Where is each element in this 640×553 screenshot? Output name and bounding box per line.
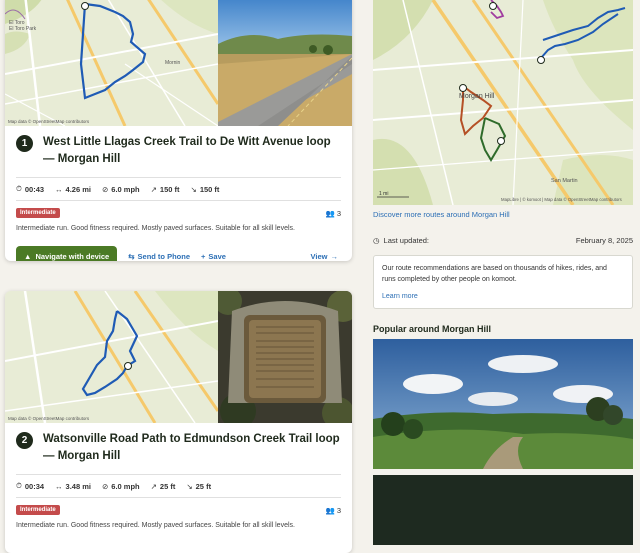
route-stats: ⏱ 00:34 ↔ 3.48 mi ⊘ 6.0 mph ↗ 25 ft ↘ 25 ft [16, 474, 341, 498]
last-updated: ◷ Last updated: February 8, 2025 [373, 236, 633, 245]
svg-text:MapLibre | © komoot | Map data: MapLibre | © komoot | Map data © OpenStr… [501, 197, 622, 202]
distance: 3.48 mi [65, 481, 91, 491]
route-photo[interactable] [218, 291, 352, 423]
people-count: 3 [336, 208, 341, 218]
uphill: 25 ft [159, 481, 176, 491]
route-description: Intermediate run. Good fitness required.… [16, 522, 295, 529]
distance-icon: ↔ [55, 184, 63, 194]
svg-text:Mornin: Mornin [165, 60, 181, 66]
speed-icon: ⊘ [101, 184, 109, 194]
downhill-icon: ↘ [190, 184, 197, 194]
overview-map-graphic: Morgan Hill San Martin 1 mi MapLibre | ©… [373, 0, 633, 205]
phone-icon: ⇆ [128, 252, 135, 261]
route-photo[interactable] [218, 0, 352, 126]
people-icon: 👥 [325, 505, 335, 515]
route-description: Intermediate run. Good fitness required.… [16, 225, 295, 232]
arrow-right-icon: → [330, 252, 339, 261]
view-button[interactable]: View → [311, 252, 338, 261]
send-to-phone-button[interactable]: ⇆ Send to Phone [128, 252, 190, 261]
route-map-graphic: El Toro El Toro Park Mornin [5, 0, 218, 126]
map-attribution: Map data © OpenStreetMap contributors [8, 416, 90, 421]
route-title[interactable]: Watsonville Road Path to Edmundson Creek… [43, 431, 341, 465]
uphill-icon: ↗ [150, 481, 157, 491]
distance-icon: ↔ [55, 481, 63, 491]
route-list: El Toro El Toro Park Mornin Map data © O… [0, 0, 359, 553]
downhill-icon: ↘ [186, 481, 193, 491]
route-stats: ⏱ 00:43 ↔ 4.26 mi ⊘ 6.0 mph ↗ 150 ft ↘ 150 ft [16, 177, 341, 201]
overview-map[interactable]: Morgan Hill San Martin 1 mi MapLibre | ©… [373, 0, 633, 205]
duration: 00:43 [24, 184, 45, 194]
route-number: 2 [16, 432, 33, 449]
info-box: Our route recommendations are based on t… [373, 255, 633, 309]
clock-icon: ⏱ [16, 184, 22, 193]
speed: 6.0 mph [111, 481, 140, 491]
difficulty-badge: Intermediate [16, 505, 60, 515]
learn-more-link[interactable]: Learn more [382, 293, 418, 300]
plus-icon: + [201, 252, 206, 261]
downhill: 150 ft [199, 184, 220, 194]
difficulty-badge: Intermediate [16, 208, 60, 218]
navigation-arrow-icon: ▲ [24, 252, 32, 261]
people-icon: 👥 [325, 208, 335, 218]
route-card[interactable]: Map data © OpenStreetMap contributors 2 … [5, 291, 352, 553]
svg-text:Morgan Hill: Morgan Hill [459, 93, 495, 100]
clock-icon: ◷ [373, 236, 380, 245]
route-map-graphic [5, 291, 218, 423]
navigate-button[interactable]: ▲ Navigate with device [16, 246, 118, 261]
popular-heading: Popular around Morgan Hill [373, 324, 492, 334]
downhill: 25 ft [195, 481, 212, 491]
discover-more-link[interactable]: Discover more routes around Morgan Hill [373, 210, 510, 219]
uphill: 150 ft [159, 184, 180, 194]
route-card[interactable]: El Toro El Toro Park Mornin Map data © O… [5, 0, 352, 261]
trail-photo-graphic [218, 0, 352, 126]
popular-photo[interactable] [373, 339, 633, 469]
route-map[interactable]: Map data © OpenStreetMap contributors [5, 291, 218, 423]
distance: 4.26 mi [65, 184, 91, 194]
landscape-photo-graphic [373, 339, 633, 469]
svg-text:1 mi: 1 mi [379, 191, 388, 197]
map-attribution: Map data © OpenStreetMap contributors [8, 119, 90, 124]
last-updated-date: February 8, 2025 [575, 236, 633, 245]
info-text: Our route recommendations are based on t… [382, 265, 607, 283]
people-count: 3 [336, 505, 341, 515]
route-number: 1 [16, 135, 33, 152]
svg-text:San Martin: San Martin [551, 178, 578, 184]
clock-icon: ⏱ [16, 481, 22, 490]
speed-icon: ⊘ [101, 481, 109, 491]
duration: 00:34 [24, 481, 45, 491]
route-map[interactable]: El Toro El Toro Park Mornin Map data © O… [5, 0, 218, 126]
popular-photo[interactable] [373, 475, 633, 545]
svg-text:El Toro Park: El Toro Park [9, 26, 37, 32]
plaque-photo-graphic [218, 291, 352, 423]
route-title[interactable]: West Little Llagas Creek Trail to De Wit… [43, 134, 341, 168]
speed: 6.0 mph [111, 184, 140, 194]
sidebar: Morgan Hill San Martin 1 mi MapLibre | ©… [373, 0, 633, 545]
uphill-icon: ↗ [150, 184, 157, 194]
save-button[interactable]: + Save [201, 252, 226, 261]
